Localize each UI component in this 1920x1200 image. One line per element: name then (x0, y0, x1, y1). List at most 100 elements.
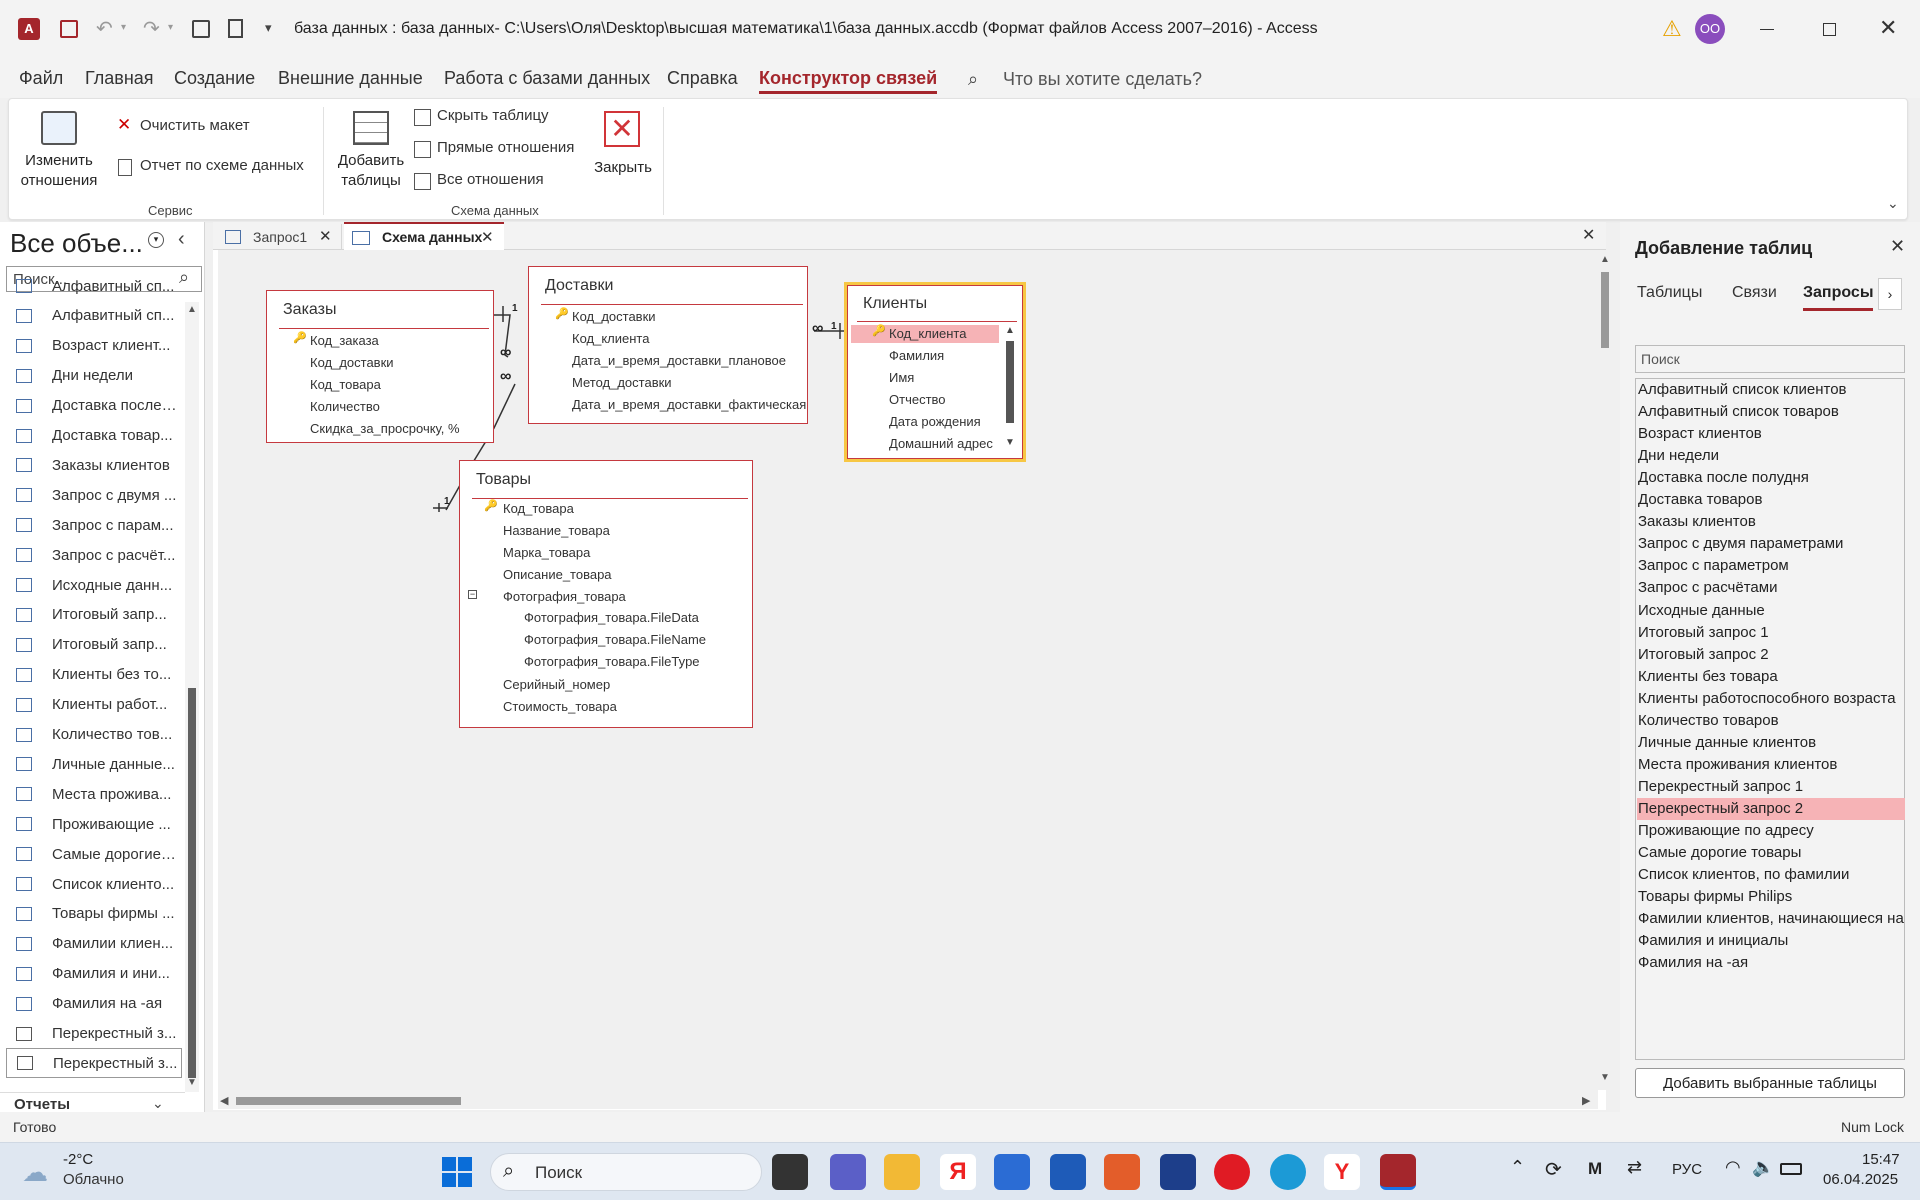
table-field[interactable]: Описание_товара (503, 567, 612, 582)
nav-item[interactable]: Итоговый запр... (0, 600, 185, 630)
pane-tabs-next-icon[interactable]: › (1878, 278, 1902, 310)
nav-item[interactable]: Запрос с расчёт... (0, 540, 185, 570)
tab-database-tools[interactable]: Работа с базами данных (444, 68, 650, 89)
query-list-item[interactable]: Клиенты работоспособного возраста (1637, 688, 1905, 710)
table-field[interactable]: Код_клиента (572, 331, 649, 346)
query-list-item[interactable]: Перекрестный запрос 1 (1637, 776, 1905, 798)
table-field[interactable]: Фамилия (889, 348, 944, 363)
query-list-item[interactable]: Запрос с двумя параметрами (1637, 533, 1905, 555)
nav-item[interactable]: Товары фирмы ... (0, 899, 185, 929)
add-tables-button[interactable]: Добавить таблицы (335, 107, 407, 197)
tab-relationships[interactable]: Схема данных ✕ (344, 222, 504, 251)
nav-title[interactable]: Все объе... (10, 228, 143, 259)
table-field[interactable]: Код_доставки (310, 355, 394, 370)
tab-external-data[interactable]: Внешние данные (278, 68, 423, 89)
weather-temp[interactable]: -2°C (63, 1151, 93, 1168)
direct-relationships-button[interactable]: Прямые отношения (413, 139, 593, 161)
table-field[interactable]: Отчество (889, 392, 946, 407)
yandex-browser-icon[interactable]: Y (1324, 1154, 1360, 1190)
app-icon[interactable] (1050, 1154, 1086, 1190)
table-goods[interactable]: Товары 🔑 Код_товара Название_товара Марк… (459, 460, 753, 728)
nav-item[interactable]: Перекрестный з... (6, 1048, 182, 1079)
weather-icon[interactable]: ☁ (22, 1157, 48, 1188)
nav-item[interactable]: Фамилия и ини... (0, 959, 185, 989)
table-scroll-thumb[interactable] (1006, 341, 1014, 423)
nav-item[interactable]: Дни недели (0, 361, 185, 391)
scroll-up-icon[interactable]: ▲ (1005, 325, 1015, 336)
query-list-item[interactable]: Товары фирмы Philips (1637, 886, 1905, 908)
tab-close-icon[interactable]: ✕ (481, 228, 494, 246)
query-list-item[interactable]: Самые дорогие товары (1637, 842, 1905, 864)
scroll-up-icon[interactable]: ▲ (187, 304, 197, 315)
redo-icon[interactable]: ↷ (143, 16, 160, 41)
query-list-item[interactable]: Запрос с расчётами (1637, 577, 1905, 599)
pane-tab-tables[interactable]: Таблицы (1637, 284, 1702, 302)
save-icon[interactable] (60, 20, 78, 38)
nav-item[interactable]: Самые дорогие ... (0, 839, 185, 869)
tab-home[interactable]: Главная (85, 68, 154, 89)
language-indicator[interactable]: РУС (1672, 1161, 1702, 1178)
table-subfield[interactable]: Фотография_товара.FileName (524, 632, 706, 647)
query-list-item[interactable]: Дни недели (1637, 445, 1905, 467)
nav-item[interactable]: Проживающие ... (0, 809, 185, 839)
edit-relationships-button[interactable]: Изменить отношения (19, 107, 99, 197)
pane-close-icon[interactable]: ✕ (1890, 236, 1905, 257)
nav-item[interactable]: Алфавитный сп... (0, 271, 185, 301)
add-selected-tables-button[interactable]: Добавить выбранные таблицы (1635, 1068, 1905, 1098)
nav-item[interactable]: Исходные данн... (0, 570, 185, 600)
query-list-item[interactable]: Заказы клиентов (1637, 511, 1905, 533)
edge-icon[interactable] (1270, 1154, 1306, 1190)
app-icon[interactable] (1104, 1154, 1140, 1190)
table-scrollbar[interactable]: ▲ ▼ (1003, 325, 1017, 457)
tab-query1[interactable]: Запрос1 ✕ (217, 224, 342, 250)
close-document-icon[interactable]: ✕ (1582, 225, 1595, 245)
pane-tab-queries[interactable]: Запросы (1803, 284, 1874, 311)
nav-item[interactable]: Личные данные... (0, 749, 185, 779)
nav-item[interactable]: Запрос с двумя ... (0, 480, 185, 510)
table-field[interactable]: Марка_товара (503, 545, 590, 560)
tell-me-input[interactable]: Что вы хотите сделать? (1003, 69, 1202, 90)
task-view-icon[interactable] (772, 1154, 808, 1190)
hide-table-button[interactable]: Скрыть таблицу (413, 107, 563, 129)
query-list-item[interactable]: Итоговый запрос 1 (1637, 622, 1905, 644)
restore-icon[interactable] (1823, 23, 1836, 36)
app-icon[interactable] (1160, 1154, 1196, 1190)
table-subfield[interactable]: Фотография_товара.FileData (524, 610, 699, 625)
query-list-item[interactable]: Алфавитный список товаров (1637, 401, 1905, 423)
nav-item[interactable]: Алфавитный сп... (0, 301, 185, 331)
scroll-down-icon[interactable]: ▼ (1005, 437, 1015, 448)
scroll-down-icon[interactable]: ▼ (187, 1077, 197, 1088)
start-button[interactable] (442, 1157, 472, 1187)
query-list-item[interactable]: Проживающие по адресу (1637, 820, 1905, 842)
table-field[interactable]: Код_клиента (889, 326, 966, 341)
nav-item[interactable]: Перекрестный з... (0, 1019, 185, 1049)
query-list-item[interactable]: Запрос с параметром (1637, 555, 1905, 577)
pane-search-input[interactable]: Поиск (1635, 345, 1905, 373)
query-list-item[interactable]: Количество товаров (1637, 710, 1905, 732)
warning-icon[interactable]: ⚠ (1662, 16, 1682, 42)
query-list-item[interactable]: Список клиентов, по фамилии (1637, 864, 1905, 886)
table-field[interactable]: Дата_и_время_доставки_плановое (572, 353, 786, 368)
table-field[interactable]: Код_заказа (310, 333, 379, 348)
collapse-field-icon[interactable]: − (468, 590, 477, 599)
nav-scroll-thumb[interactable] (188, 688, 196, 1078)
tab-relationship-design[interactable]: Конструктор связей (759, 68, 938, 94)
table-field[interactable]: Код_товара (503, 501, 574, 516)
scroll-left-icon[interactable]: ◀ (220, 1094, 228, 1107)
nav-item[interactable]: Фамилия на -ая (0, 989, 185, 1019)
clock-time[interactable]: 15:47 (1862, 1151, 1900, 1168)
scroll-up-icon[interactable]: ▲ (1600, 254, 1610, 265)
table-field[interactable]: Скидка_за_просрочку, % (310, 421, 460, 436)
query-list-item[interactable]: Места проживания клиентов (1637, 754, 1905, 776)
redo-dropdown-icon[interactable]: ▾ (168, 22, 173, 33)
close-schema-button[interactable]: ✕ Закрыть (591, 107, 655, 197)
table-field[interactable]: Метод_доставки (572, 375, 672, 390)
relationships-canvas[interactable]: 1 ∞ ∞ ∞ 1 1 Заказы 🔑 Код_заказа Код_дост… (218, 250, 1598, 1095)
query-list-item[interactable]: Фамилия и инициалы (1637, 930, 1905, 952)
nav-item[interactable]: Возраст клиент... (0, 331, 185, 361)
opera-icon[interactable] (1214, 1154, 1250, 1190)
customize-qat-icon[interactable]: ▾ (265, 20, 272, 36)
nav-item[interactable]: Список клиенто... (0, 869, 185, 899)
nav-item[interactable]: Фамилии клиен... (0, 929, 185, 959)
table-subfield[interactable]: Фотография_товара.FileType (524, 654, 700, 669)
